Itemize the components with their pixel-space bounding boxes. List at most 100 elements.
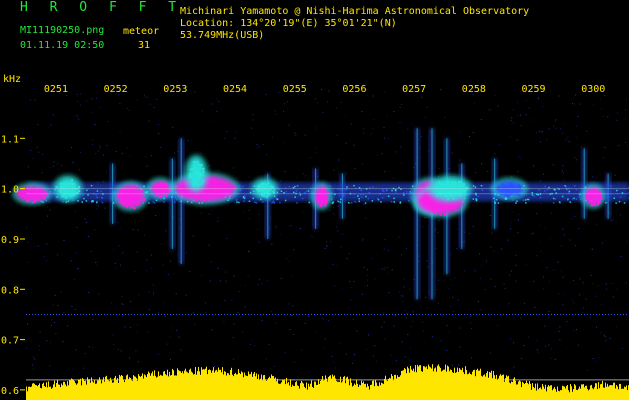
- noise-pixel: [160, 146, 162, 148]
- noise-floor-bar: [179, 370, 180, 400]
- noise-pixel: [611, 283, 613, 284]
- noise-pixel: [384, 137, 386, 139]
- echo-pixel: [453, 185, 456, 188]
- noise-pixel: [541, 130, 543, 132]
- noise-floor-bar: [269, 376, 270, 400]
- noise-floor-bar: [618, 389, 619, 400]
- noise-pixel: [596, 326, 597, 328]
- echo-pixel: [586, 198, 589, 201]
- noise-floor-bar: [400, 375, 401, 400]
- noise-pixel: [500, 248, 502, 250]
- echo-pixel: [155, 190, 158, 193]
- noise-pixel: [304, 134, 306, 136]
- noise-floor-bar: [57, 380, 58, 400]
- noise-floor-bar: [26, 386, 27, 400]
- noise-pixel: [604, 95, 606, 97]
- noise-floor-bar: [156, 377, 157, 400]
- noise-floor-bar: [250, 374, 251, 400]
- noise-floor-bar: [74, 381, 75, 400]
- band-pixel: [358, 198, 360, 200]
- noise-pixel: [90, 251, 92, 252]
- noise-pixel: [490, 352, 491, 354]
- noise-floor-bar: [150, 375, 151, 400]
- echo-pixel: [199, 174, 202, 177]
- noise-pixel: [444, 116, 446, 118]
- noise-pixel: [562, 172, 564, 174]
- band-pixel: [405, 191, 408, 193]
- noise-pixel: [403, 278, 405, 280]
- echo-pixel: [505, 185, 508, 188]
- noise-pixel: [164, 301, 166, 303]
- noise-floor-bar: [262, 380, 263, 400]
- noise-floor-bar: [394, 374, 395, 400]
- noise-floor-bar: [158, 371, 159, 400]
- noise-floor-bar: [497, 379, 498, 400]
- noise-pixel: [513, 317, 515, 319]
- noise-pixel: [586, 369, 588, 371]
- band-pixel: [390, 200, 393, 203]
- echo-pixel: [445, 195, 448, 197]
- noise-pixel: [54, 294, 56, 296]
- noise-floor-bar: [493, 370, 494, 400]
- noise-floor-bar: [447, 365, 448, 400]
- noise-floor-bar: [98, 380, 99, 400]
- noise-floor-bar: [62, 385, 63, 400]
- noise-floor-bar: [329, 375, 330, 400]
- band-pixel: [565, 186, 567, 188]
- noise-pixel: [294, 132, 296, 134]
- noise-pixel: [201, 206, 203, 208]
- noise-pixel: [364, 285, 366, 287]
- noise-pixel: [284, 352, 286, 354]
- noise-floor-bar: [380, 385, 381, 400]
- noise-pixel: [518, 213, 520, 215]
- noise-pixel: [137, 324, 139, 326]
- noise-floor-bar: [31, 386, 32, 400]
- echo-pixel: [458, 185, 460, 188]
- noise-pixel: [406, 317, 408, 319]
- noise-floor-bar: [364, 384, 365, 400]
- echo-pixel: [506, 190, 509, 193]
- noise-floor-bar: [222, 367, 223, 400]
- noise-floor-bar: [192, 372, 193, 400]
- noise-pixel: [31, 364, 33, 366]
- noise-floor-bar: [227, 373, 228, 400]
- band-pixel: [525, 202, 527, 204]
- echo-pixel: [590, 204, 593, 207]
- noise-floor-bar: [443, 369, 444, 400]
- noise-pixel: [204, 302, 206, 304]
- noise-pixel: [609, 338, 611, 339]
- noise-pixel: [340, 246, 342, 248]
- echo-pixel: [266, 184, 269, 187]
- echo-pixel: [220, 190, 223, 193]
- noise-pixel: [403, 286, 405, 288]
- echo-pixel: [438, 181, 441, 184]
- noise-pixel: [560, 245, 562, 247]
- noise-pixel: [158, 132, 160, 134]
- noise-floor-bar: [128, 379, 129, 400]
- noise-pixel: [292, 305, 294, 307]
- echo-pixel: [224, 190, 227, 193]
- noise-pixel: [579, 294, 580, 296]
- noise-pixel: [536, 132, 537, 134]
- noise-floor-bar: [72, 379, 73, 400]
- echo-pixel: [512, 186, 515, 188]
- band-pixel: [255, 202, 258, 204]
- noise-pixel: [550, 357, 552, 359]
- noise-pixel: [528, 107, 530, 109]
- noise-floor-bar: [529, 381, 530, 400]
- noise-floor-bar: [379, 382, 380, 400]
- band-pixel: [574, 185, 576, 187]
- echo-pixel: [450, 181, 453, 184]
- noise-pixel: [410, 348, 412, 349]
- noise-pixel: [590, 274, 592, 276]
- noise-pixel: [626, 144, 628, 146]
- noise-floor-bar: [117, 378, 118, 400]
- noise-floor-bar: [152, 371, 153, 400]
- noise-pixel: [135, 350, 137, 352]
- noise-floor-bar: [347, 376, 348, 400]
- noise-pixel: [598, 357, 599, 359]
- noise-floor-bar: [350, 378, 351, 400]
- noise-floor-bar: [564, 386, 565, 400]
- band-pixel: [552, 197, 555, 200]
- band-pixel: [307, 190, 310, 192]
